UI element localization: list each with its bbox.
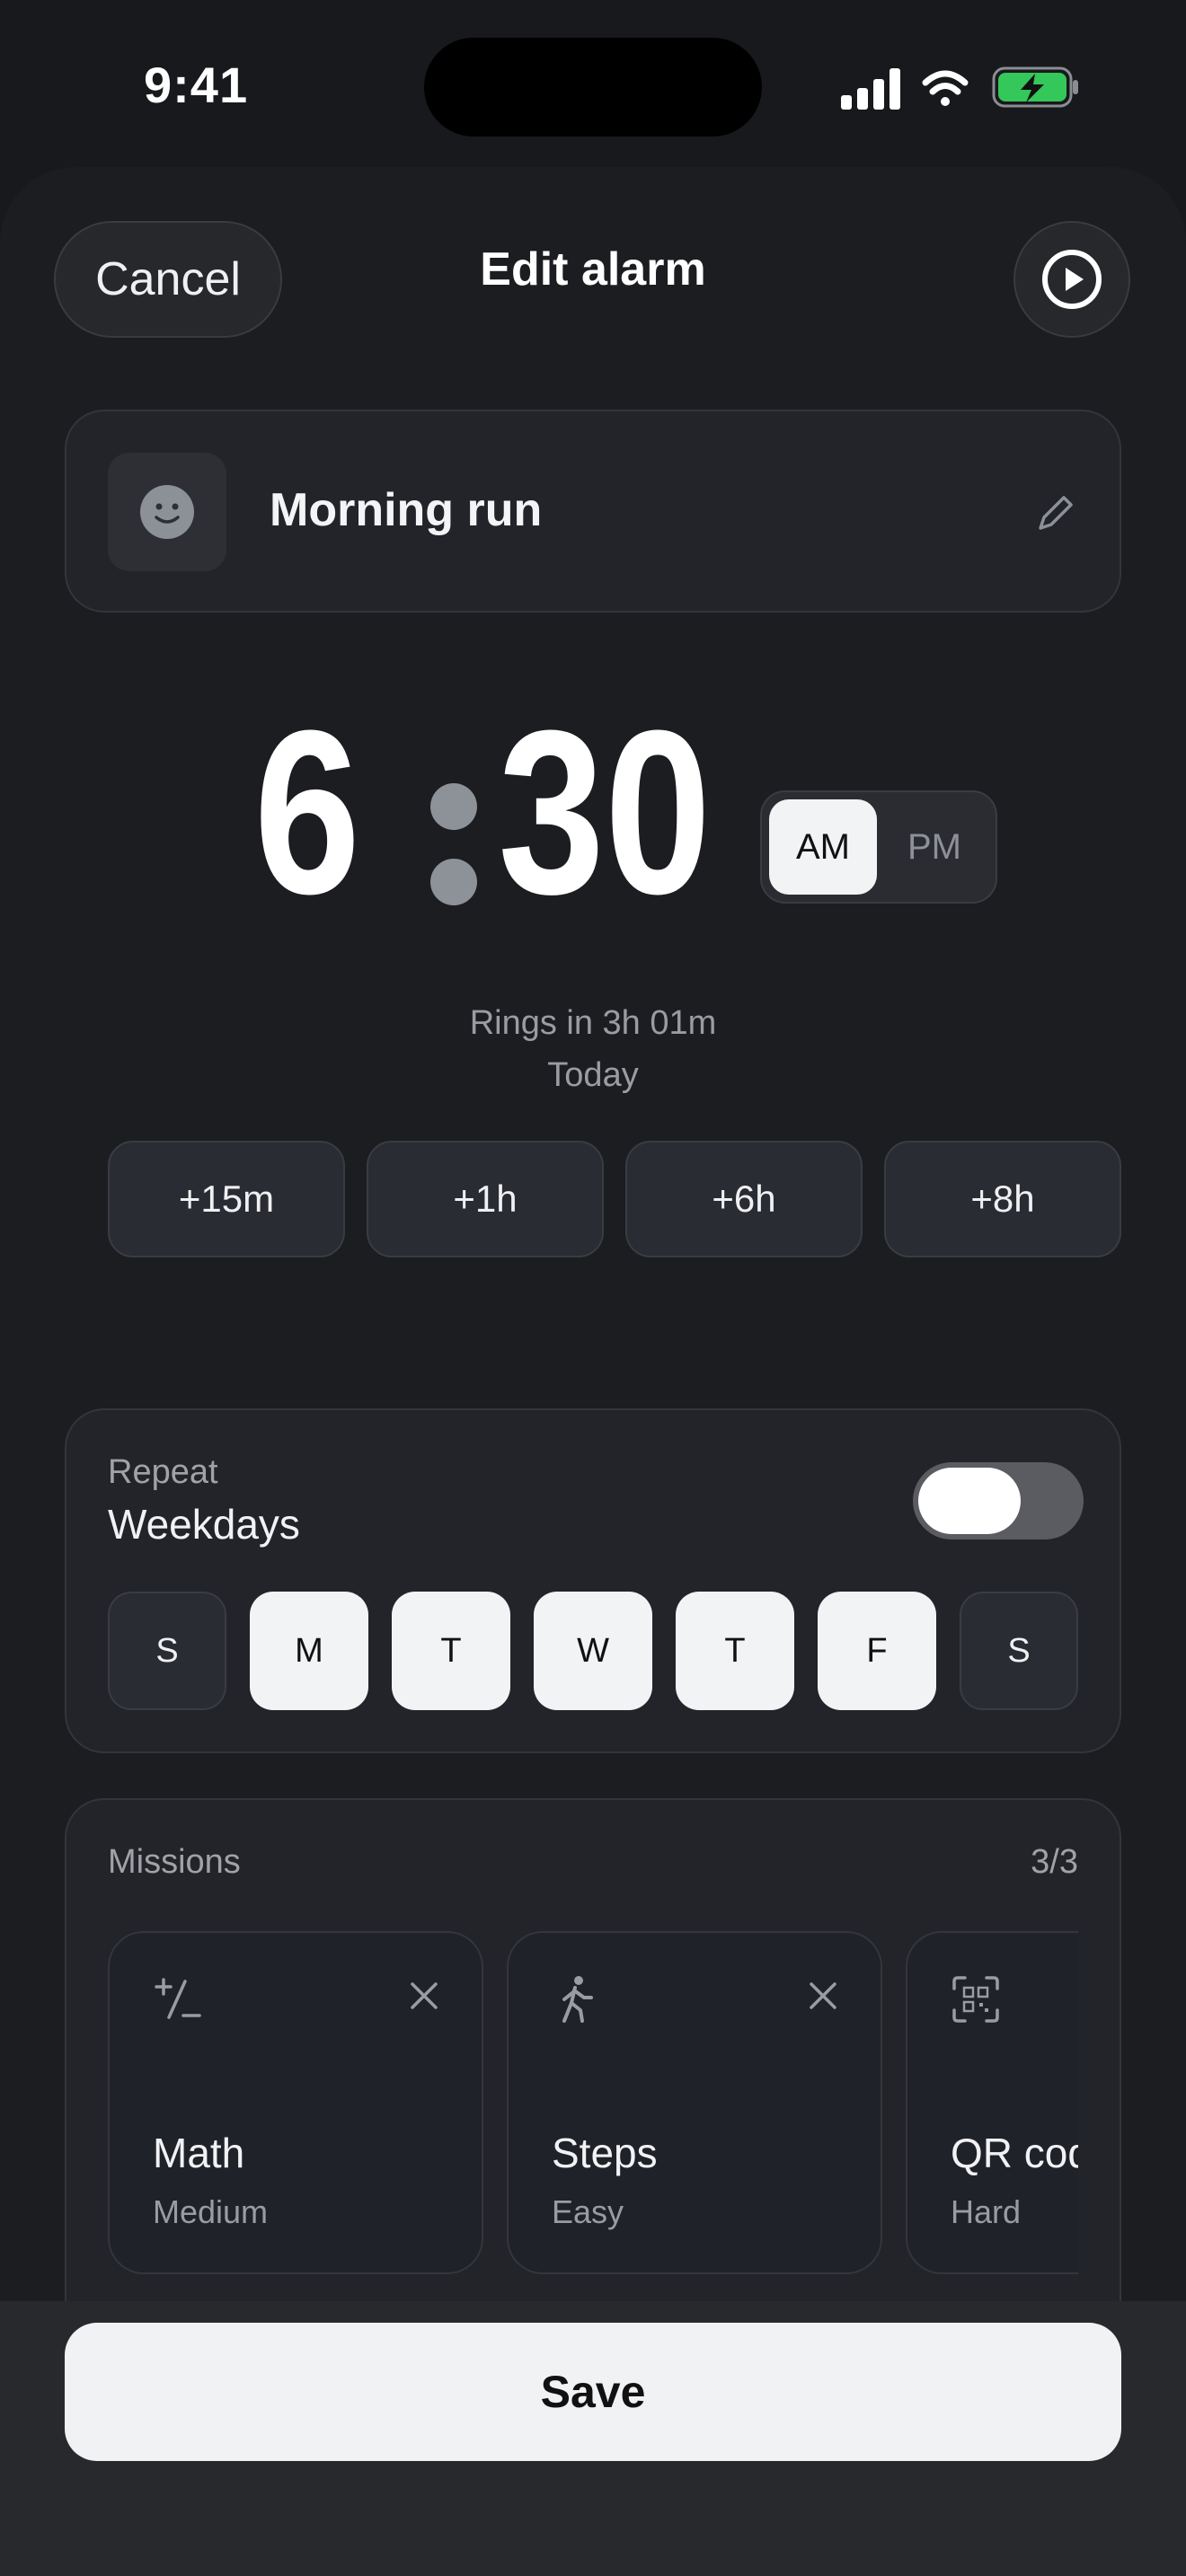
save-button[interactable]: Save [65,2323,1121,2461]
alarm-emoji-button[interactable] [108,453,226,571]
mission-difficulty: Easy [552,2193,624,2230]
cancel-button[interactable]: Cancel [54,221,282,338]
quick-add-15m-button[interactable]: +15m [108,1141,345,1257]
qr-code-icon [952,1976,999,2023]
quick-add-1h-button[interactable]: +1h [367,1141,604,1257]
edit-pencil-icon[interactable] [1033,490,1078,535]
battery-icon [992,66,1078,108]
day-friday[interactable]: F [818,1592,936,1710]
pm-option[interactable]: PM [881,799,988,895]
quick-add-6h-button[interactable]: +6h [625,1141,863,1257]
colon-dot-top [430,783,477,830]
day-tuesday[interactable]: T [392,1592,510,1710]
repeat-toggle-knob [918,1468,1021,1534]
page-title: Edit alarm [480,243,706,296]
remove-mission-close-icon[interactable] [807,1980,839,2012]
quick-add-8h-button[interactable]: +8h [884,1141,1121,1257]
cellular-signal-icon [841,68,900,110]
hour-digits[interactable]: 6 [254,696,361,930]
missions-label: Missions [108,1843,241,1881]
mission-card-steps[interactable]: Steps Easy [507,1931,882,2274]
mission-card-qr-code[interactable]: QR code Hard [906,1931,1078,2274]
smiley-face-icon [140,485,194,539]
alarm-name: Morning run [270,484,543,536]
mission-difficulty: Hard [951,2193,1022,2230]
play-icon [1042,250,1102,309]
day-saturday[interactable]: S [960,1592,1078,1710]
am-option[interactable]: AM [769,799,877,895]
repeat-value: Weekdays [108,1501,300,1548]
day-thursday[interactable]: T [676,1592,794,1710]
missions-carousel[interactable]: Math Medium Steps Easy QR code Hard [108,1931,1078,2290]
missions-count: 3/3 [1031,1843,1078,1881]
walking-person-icon [562,1976,593,2023]
ring-day-text: Today [547,1056,639,1094]
dynamic-island [424,38,762,137]
status-icons [841,66,1078,110]
rings-in-text: Rings in 3h 01m [469,1004,717,1042]
day-sunday[interactable]: S [108,1592,226,1710]
mission-card-math[interactable]: Math Medium [108,1931,483,2274]
mission-title: Math [153,2130,245,2176]
preview-play-button[interactable] [1013,221,1130,338]
wifi-icon [922,70,969,106]
plus-minus-icon [155,1978,201,2019]
mission-title: QR code [951,2130,1078,2176]
mission-difficulty: Medium [153,2193,269,2230]
remove-mission-close-icon[interactable] [408,1980,440,2012]
day-monday[interactable]: M [250,1592,368,1710]
mission-title: Steps [552,2130,658,2176]
repeat-label: Repeat [108,1453,218,1491]
colon-dot-bottom [430,859,477,905]
status-time: 9:41 [144,57,249,113]
day-wednesday[interactable]: W [534,1592,652,1710]
minute-digits[interactable]: 30 [498,696,711,930]
